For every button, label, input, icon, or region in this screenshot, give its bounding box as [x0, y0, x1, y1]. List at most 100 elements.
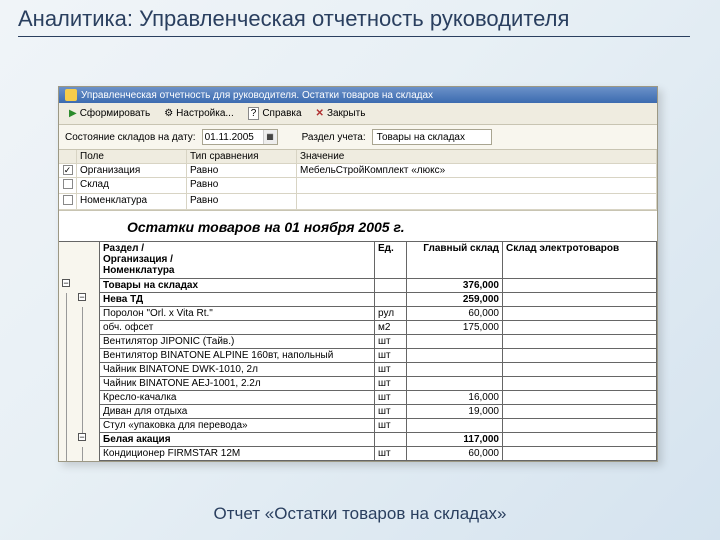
row-v1: 60,000: [407, 307, 503, 321]
row-v1: [407, 363, 503, 377]
row-v1: [407, 349, 503, 363]
section-value: Товары на складах: [377, 132, 465, 143]
tree-toggle[interactable]: −: [59, 279, 75, 293]
row-v1: [407, 419, 503, 433]
filter-bar: Состояние складов на дату: ▦ Раздел учет…: [59, 125, 657, 150]
row-unit: шт: [375, 363, 407, 377]
report-table: Раздел / Организация / Номенклатура Ед. …: [59, 241, 657, 461]
checkbox-icon[interactable]: ✓: [63, 165, 73, 175]
tree-gutter: [59, 335, 75, 349]
row-unit: шт: [375, 377, 407, 391]
toolbar: ▶ Сформировать ⚙ Настройка... ? Справка …: [59, 103, 657, 125]
tree-gutter: [75, 241, 91, 279]
window-title: Управленческая отчетность для руководите…: [81, 90, 433, 101]
filter-row[interactable]: ✓ Организация Равно МебельСтройКомплект …: [59, 164, 657, 178]
filter-grid: Поле Тип сравнения Значение ✓ Организаци…: [59, 150, 657, 211]
play-icon: ▶: [69, 108, 77, 119]
tree-gutter: [59, 321, 75, 335]
tree-gutter: [59, 377, 75, 391]
row-unit: шт: [375, 419, 407, 433]
tree-gutter: [59, 433, 75, 447]
close-icon: ✕: [316, 108, 324, 119]
row-v1: [407, 377, 503, 391]
date-label: Состояние складов на дату:: [65, 132, 196, 143]
row-v2: [503, 419, 657, 433]
row-v2: [503, 279, 657, 293]
tree-gutter: [91, 279, 99, 293]
row-name: Диван для отдыха: [99, 405, 375, 419]
date-input[interactable]: [203, 132, 263, 143]
tree-gutter: [59, 241, 75, 279]
filter-cmp: Равно: [187, 178, 297, 194]
section-field[interactable]: Товары на складах: [372, 129, 492, 145]
tree-gutter: [91, 391, 99, 405]
row-v1: 376,000: [407, 279, 503, 293]
row-unit: шт: [375, 335, 407, 349]
tree-gutter: [91, 447, 99, 461]
row-unit: шт: [375, 349, 407, 363]
row-v2: [503, 307, 657, 321]
row-name: Кресло-качалка: [99, 391, 375, 405]
col-elec-stock: Склад электротоваров: [503, 241, 657, 279]
tree-gutter: [75, 307, 91, 321]
tree-gutter: [59, 349, 75, 363]
row-name: Вентилятор JIPONIC (Тайв.): [99, 335, 375, 349]
filter-row[interactable]: Склад Равно: [59, 178, 657, 194]
tree-gutter: [59, 307, 75, 321]
tree-gutter: [59, 405, 75, 419]
tree-gutter: [75, 335, 91, 349]
tree-gutter: [91, 321, 99, 335]
help-label: Справка: [262, 108, 301, 119]
fh-cmp: Тип сравнения: [187, 150, 297, 164]
minus-icon: −: [78, 293, 86, 301]
slide-title: Аналитика: Управленческая отчетность рук…: [18, 6, 569, 32]
tree-toggle[interactable]: −: [75, 433, 91, 447]
tree-gutter: [91, 433, 99, 447]
row-unit: м2: [375, 321, 407, 335]
row-v2: [503, 335, 657, 349]
help-button[interactable]: ? Справка: [244, 106, 306, 121]
generate-button[interactable]: ▶ Сформировать: [65, 107, 154, 120]
tree-gutter: [59, 363, 75, 377]
tree-gutter: [75, 279, 91, 293]
settings-label: Настройка...: [176, 108, 234, 119]
checkbox-icon[interactable]: [63, 179, 73, 189]
row-name: Товары на складах: [99, 279, 375, 293]
settings-button[interactable]: ⚙ Настройка...: [160, 107, 238, 120]
checkbox-icon[interactable]: [63, 195, 73, 205]
fh-value: Значение: [297, 150, 657, 164]
tree-gutter: [59, 293, 75, 307]
col-name: Раздел / Организация / Номенклатура: [99, 241, 375, 279]
app-window: Управленческая отчетность для руководите…: [58, 86, 658, 462]
row-name: Поролон "Orl. x Vita Rt.": [99, 307, 375, 321]
tree-gutter: [59, 419, 75, 433]
row-v1: 175,000: [407, 321, 503, 335]
row-v1: 259,000: [407, 293, 503, 307]
app-icon: [65, 89, 77, 101]
tree-gutter: [75, 419, 91, 433]
col-unit: Ед.: [375, 241, 407, 279]
filter-row[interactable]: Номенклатура Равно: [59, 194, 657, 210]
row-v2: [503, 377, 657, 391]
row-name: Вентилятор BINATONE ALPINE 160вт, наполь…: [99, 349, 375, 363]
tree-gutter: [75, 377, 91, 391]
close-button[interactable]: ✕ Закрыть: [312, 107, 370, 120]
help-icon: ?: [248, 107, 260, 120]
tree-gutter: [91, 419, 99, 433]
row-unit: [375, 433, 407, 447]
row-v2: [503, 433, 657, 447]
tree-toggle[interactable]: −: [75, 293, 91, 307]
row-v1: 60,000: [407, 447, 503, 461]
row-name: Чайник BINATONE DWK-1010, 2л: [99, 363, 375, 377]
calendar-icon[interactable]: ▦: [263, 130, 277, 144]
filter-value: [297, 194, 657, 210]
row-name: Нева ТД: [99, 293, 375, 307]
filter-value: [297, 178, 657, 194]
date-field[interactable]: ▦: [202, 129, 278, 145]
title-underline: [18, 36, 690, 37]
section-label: Раздел учета:: [302, 132, 366, 143]
tree-gutter: [75, 321, 91, 335]
tree-gutter: [91, 293, 99, 307]
row-unit: рул: [375, 307, 407, 321]
row-name: обч. офсет: [99, 321, 375, 335]
